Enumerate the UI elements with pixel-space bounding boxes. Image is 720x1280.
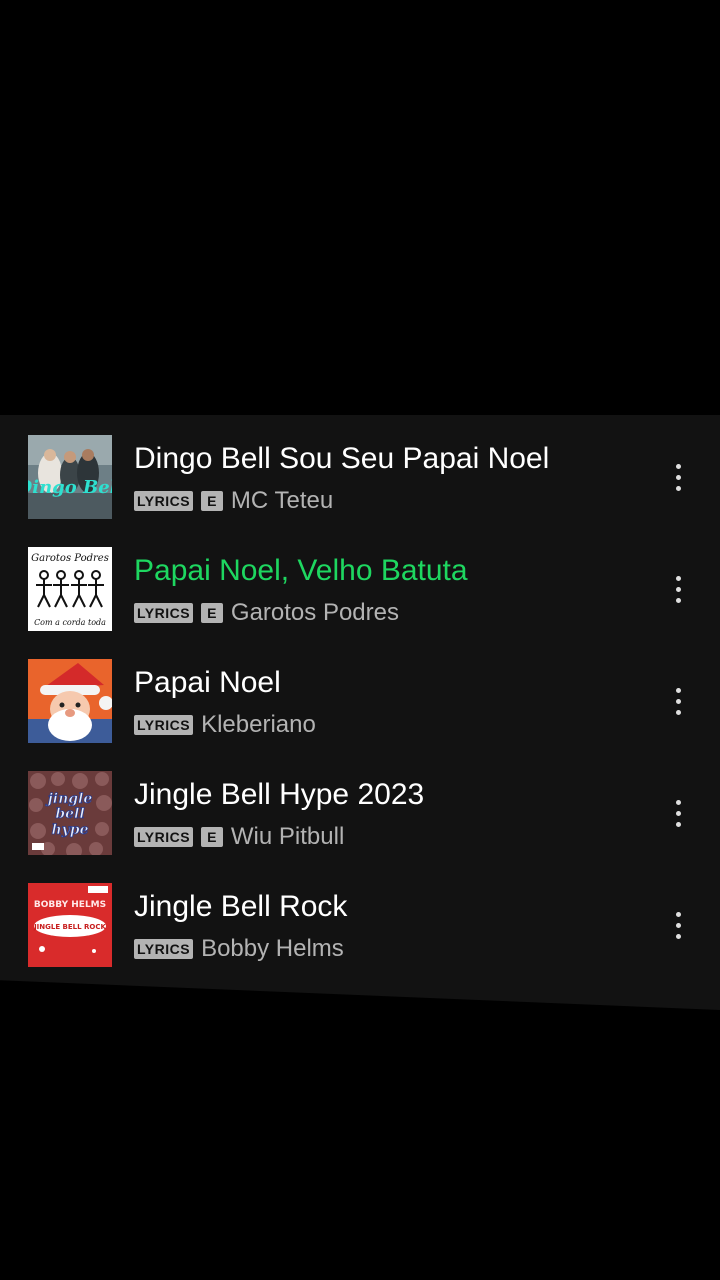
track-meta: LYRICS E Wiu Pitbull bbox=[134, 824, 344, 850]
jingle-bell-rock-cover-icon: BOBBY HELMS JINGLE BELL ROCK bbox=[28, 883, 112, 967]
album-cover: BOBBY HELMS JINGLE BELL ROCK bbox=[28, 883, 112, 967]
more-options-icon[interactable] bbox=[660, 455, 696, 499]
track-title: Jingle Bell Rock bbox=[134, 890, 348, 923]
track-artist: MC Teteu bbox=[230, 487, 334, 514]
track-artist: Wiu Pitbull bbox=[230, 823, 345, 850]
lyrics-badge: LYRICS bbox=[134, 491, 194, 511]
lyrics-badge: LYRICS bbox=[134, 715, 194, 735]
more-options-icon[interactable] bbox=[660, 903, 696, 947]
santa-cover-icon bbox=[28, 659, 112, 743]
track-meta: LYRICS Kleberiano bbox=[134, 712, 316, 738]
track-row[interactable]: jingle bell hype Jingle Bell Hype 2023 L… bbox=[0, 751, 720, 863]
track-row[interactable]: Garotos Podres Com a corda toda Papai No… bbox=[0, 527, 720, 639]
explicit-badge: E bbox=[201, 827, 223, 847]
jingle-bell-hype-cover-icon: jingle bell hype bbox=[28, 771, 112, 855]
svg-text:Garotos Podres: Garotos Podres bbox=[31, 553, 109, 564]
svg-text:hype: hype bbox=[51, 822, 88, 838]
track-artist: Garotos Podres bbox=[230, 599, 399, 626]
track-row[interactable]: Dingo Bell Dingo Bell Sou Seu Papai Noel… bbox=[0, 415, 720, 527]
track-row[interactable]: BOBBY HELMS JINGLE BELL ROCK Jingle Bell… bbox=[0, 863, 720, 975]
track-artist: Bobby Helms bbox=[201, 935, 344, 962]
track-title: Jingle Bell Hype 2023 bbox=[134, 778, 425, 811]
more-options-icon[interactable] bbox=[660, 567, 696, 611]
track-title: Papai Noel, Velho Batuta bbox=[134, 554, 468, 587]
track-title: Dingo Bell Sou Seu Papai Noel bbox=[134, 442, 550, 475]
track-artist: Kleberiano bbox=[201, 711, 316, 738]
svg-text:bell: bell bbox=[55, 806, 84, 822]
lyrics-badge: LYRICS bbox=[134, 827, 194, 847]
track-title: Papai Noel bbox=[134, 666, 281, 699]
explicit-badge: E bbox=[201, 603, 223, 623]
svg-text:BOBBY HELMS: BOBBY HELMS bbox=[34, 900, 106, 910]
more-options-icon[interactable] bbox=[660, 791, 696, 835]
garotos-podres-cover-icon: Garotos Podres Com a corda toda bbox=[28, 547, 112, 631]
svg-text:jingle: jingle bbox=[45, 791, 93, 807]
more-options-icon[interactable] bbox=[660, 679, 696, 723]
svg-text:JINGLE BELL ROCK: JINGLE BELL ROCK bbox=[33, 923, 106, 931]
track-meta: LYRICS Bobby Helms bbox=[134, 936, 344, 962]
lyrics-badge: LYRICS bbox=[134, 939, 194, 959]
lyrics-badge: LYRICS bbox=[134, 603, 194, 623]
explicit-badge: E bbox=[201, 491, 223, 511]
album-cover: Garotos Podres Com a corda toda bbox=[28, 547, 112, 631]
album-cover: Dingo Bell bbox=[28, 435, 112, 519]
track-row[interactable]: Papai Noel LYRICS Kleberiano bbox=[0, 639, 720, 751]
svg-text:Dingo Bell: Dingo Bell bbox=[28, 477, 112, 498]
album-cover bbox=[28, 659, 112, 743]
svg-text:Com a corda toda: Com a corda toda bbox=[34, 618, 106, 627]
dingo-bell-cover-icon: Dingo Bell bbox=[28, 435, 112, 519]
track-meta: LYRICS E MC Teteu bbox=[134, 488, 333, 514]
album-cover: jingle bell hype bbox=[28, 771, 112, 855]
track-list: Dingo Bell Dingo Bell Sou Seu Papai Noel… bbox=[0, 415, 720, 1010]
track-meta: LYRICS E Garotos Podres bbox=[134, 600, 399, 626]
